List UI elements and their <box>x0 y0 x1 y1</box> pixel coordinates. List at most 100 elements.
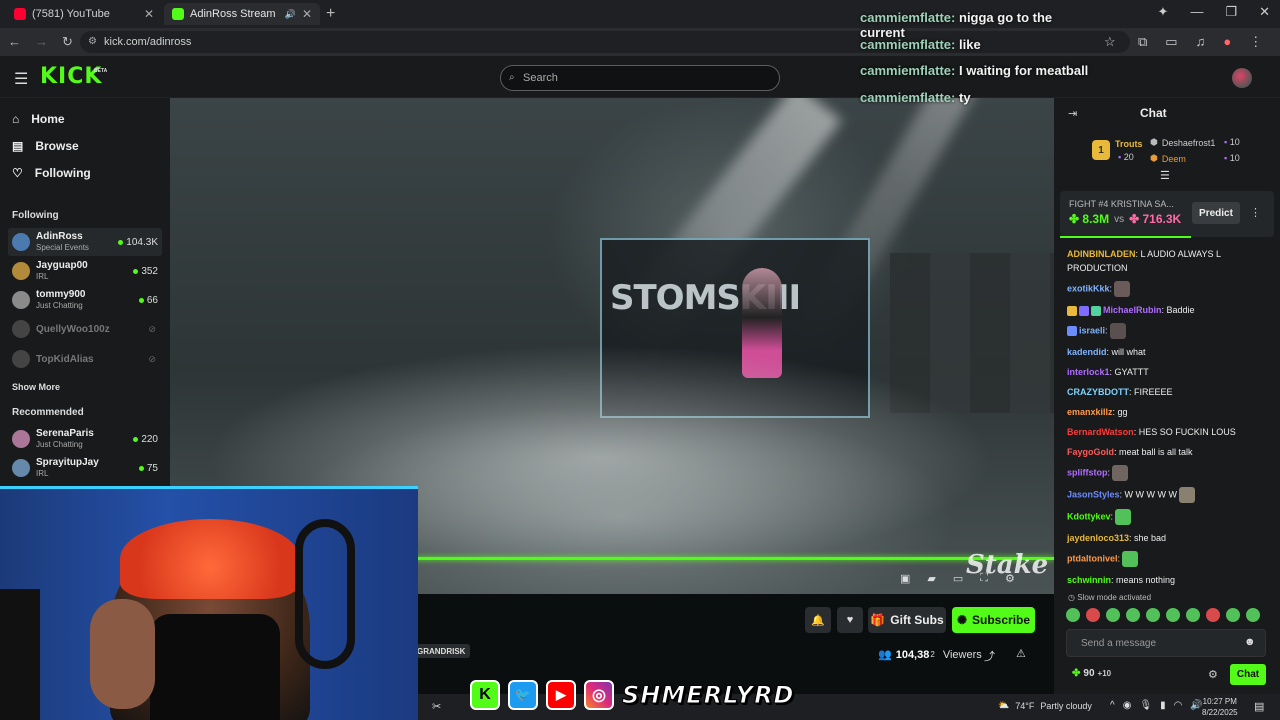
settings-gear-icon[interactable]: ⚙ <box>1005 572 1015 585</box>
chat-username[interactable]: israeli <box>1079 325 1105 335</box>
sidebar-item-following[interactable]: ♡ Following <box>12 166 91 180</box>
notifications-icon[interactable]: ▤ <box>1254 700 1264 713</box>
wifi-icon[interactable]: ◠ <box>1174 700 1183 711</box>
emote-button[interactable] <box>1226 608 1240 622</box>
chat-username[interactable]: ADINBINLADEN <box>1067 249 1136 259</box>
taskbar-clock[interactable]: 10:27 PM 8/22/2025 <box>1202 696 1238 718</box>
new-tab-button[interactable]: + <box>326 5 335 23</box>
theater-mode-icon[interactable]: ▭ <box>953 572 963 585</box>
gift-leader-second[interactable]: ⬢ Deshaefrost1 <box>1150 137 1215 148</box>
stream-tag[interactable]: GRANDRISK <box>412 644 471 658</box>
emote-button[interactable] <box>1106 608 1120 622</box>
site-info-icon[interactable]: ⚙ <box>88 36 97 47</box>
subscribe-button[interactable]: ✺ Subscribe <box>952 607 1035 633</box>
chat-username[interactable]: MichaelRubin <box>1103 305 1162 315</box>
chat-username[interactable]: spliffstop <box>1067 467 1108 477</box>
sidebar-item-label: Home <box>31 112 65 126</box>
sidebar-item-home[interactable]: ⌂ Home <box>12 112 65 126</box>
chat-badge-icon <box>1067 305 1077 316</box>
chat-username[interactable]: Kdottykev <box>1067 511 1111 521</box>
close-tab-icon[interactable]: ✕ <box>144 7 154 21</box>
chat-username[interactable]: FaygoGold <box>1067 447 1114 457</box>
tab-kick[interactable]: AdinRoss Stream - Watch L 🔊 ✕ <box>164 3 320 25</box>
hamburger-menu-icon[interactable]: ☰ <box>14 69 28 89</box>
weather-widget[interactable]: ⛅ 74°F Partly cloudy <box>998 700 1092 711</box>
media-icon[interactable]: ♫ <box>1196 34 1206 50</box>
predict-button[interactable]: Predict <box>1192 202 1240 224</box>
channel-points[interactable]: ✤ 90 +10 <box>1072 668 1111 679</box>
channel-topkidalias[interactable]: TopKidAlias ⊘ <box>8 345 162 373</box>
chat-username[interactable]: BernardWatson <box>1067 427 1134 437</box>
emote-button[interactable] <box>1186 608 1200 622</box>
profile-icon[interactable]: ● <box>1223 34 1231 50</box>
chat-username[interactable]: kadendid <box>1067 347 1107 357</box>
social-handles-overlay: K 🐦 ▶ ◎ SHMERLYRD <box>470 680 794 710</box>
miniplayer-icon[interactable]: ▣ <box>900 572 910 585</box>
channel-jayguap00[interactable]: Jayguap00 IRL 352 <box>8 257 162 285</box>
battery-icon[interactable]: ▮ <box>1160 700 1166 711</box>
emote-button[interactable] <box>1126 608 1140 622</box>
user-avatar[interactable] <box>1232 68 1252 88</box>
extensions-icon[interactable]: ⧉ <box>1138 34 1147 50</box>
chat-username[interactable]: jaydenloco313 <box>1067 533 1129 543</box>
search-input[interactable]: Search <box>500 65 780 91</box>
channel-serenaparis[interactable]: SerenaParis Just Chatting 220 <box>8 425 162 453</box>
emote-button[interactable] <box>1086 608 1100 622</box>
restore-button[interactable]: ❐ <box>1225 4 1237 20</box>
emote-button[interactable] <box>1066 608 1080 622</box>
forward-arrow-icon[interactable]: → <box>35 34 48 50</box>
menu-dots-icon[interactable]: ⋮ <box>1249 34 1262 50</box>
channel-tommy900[interactable]: tommy900 Just Chatting 66 <box>8 286 162 314</box>
chat-username[interactable]: emanxkillz <box>1067 407 1113 417</box>
minimize-button[interactable]: — <box>1190 4 1203 20</box>
taskbar-app-icon[interactable]: ✂ <box>432 700 441 713</box>
send-chat-button[interactable]: Chat <box>1230 664 1266 685</box>
emote-button[interactable] <box>1246 608 1260 622</box>
emote-button[interactable] <box>1206 608 1220 622</box>
emote-button[interactable] <box>1146 608 1160 622</box>
gift-leader-name[interactable]: Trouts <box>1115 139 1143 149</box>
chat-message-input[interactable]: Send a message <box>1066 629 1266 657</box>
close-window-button[interactable]: ✕ <box>1259 4 1270 20</box>
chat-username[interactable]: exotikKkk <box>1067 283 1110 293</box>
gemini-icon[interactable]: ✦ <box>1158 4 1169 20</box>
chat-username[interactable]: schwinnin <box>1067 575 1111 585</box>
follow-heart-button[interactable]: ♥ <box>837 607 863 633</box>
back-arrow-icon[interactable]: ← <box>8 34 21 50</box>
chat-settings-gear-icon[interactable]: ⚙ <box>1208 668 1218 681</box>
speaker-icon[interactable]: 🔊 <box>285 9 296 20</box>
gift-subs-button[interactable]: 🎁 Gift Subs <box>868 607 946 633</box>
volume-icon[interactable]: 🔊 <box>1190 700 1202 711</box>
clip-icon[interactable]: ▰ <box>927 572 935 585</box>
share-icon[interactable]: ⤴ <box>984 648 995 664</box>
fullscreen-icon[interactable]: ⛶ <box>980 572 988 585</box>
chat-message: ADINBINLADEN: L AUDIO ALWAYS L PRODUCTIO… <box>1060 244 1274 278</box>
show-more-link[interactable]: Show More <box>12 382 60 392</box>
channel-adinross[interactable]: AdinRoss Special Events 104.3K <box>8 228 162 256</box>
beta-label: BETA <box>94 68 108 74</box>
cast-icon[interactable]: ▭ <box>1165 34 1177 50</box>
viewer-count-label: Viewers <box>942 648 982 661</box>
notify-bell-button[interactable]: 🔔 <box>805 607 831 633</box>
tab-youtube[interactable]: (7581) YouTube ✕ <box>6 3 162 25</box>
reload-icon[interactable]: ↻ <box>62 34 73 50</box>
sidebar-item-browse[interactable]: ▤ Browse <box>12 139 79 153</box>
chat-username[interactable]: JasonStyles <box>1067 489 1120 499</box>
channel-sprayitupjay[interactable]: SprayitupJay IRL 75 <box>8 454 162 482</box>
tray-chevron-icon[interactable]: ^ <box>1110 700 1115 711</box>
gift-leader-third[interactable]: ⬢ Deem <box>1150 153 1186 164</box>
emoji-picker-icon[interactable]: ☻ <box>1244 636 1256 648</box>
chat-username[interactable]: ptdaltonivel <box>1067 553 1118 563</box>
tray-app-icon[interactable]: ◉ <box>1123 700 1132 711</box>
star-burst-icon: ✺ <box>956 613 968 627</box>
pinned-expand-icon[interactable]: ☰ <box>1160 169 1170 182</box>
report-warning-icon[interactable]: ⚠ <box>1016 647 1026 660</box>
mic-icon[interactable]: 🎙 <box>1139 700 1152 711</box>
bookmark-star-icon[interactable]: ☆ <box>1104 34 1116 50</box>
chat-username[interactable]: CRAZYBDOTT <box>1067 387 1129 397</box>
channel-quellywoo100z[interactable]: QuellyWoo100z ⊘ <box>8 315 162 343</box>
more-options-icon[interactable]: ⋮ <box>1250 206 1261 219</box>
emote-button[interactable] <box>1166 608 1180 622</box>
close-tab-icon[interactable]: ✕ <box>302 7 312 21</box>
chat-username[interactable]: interlock1 <box>1067 367 1110 377</box>
